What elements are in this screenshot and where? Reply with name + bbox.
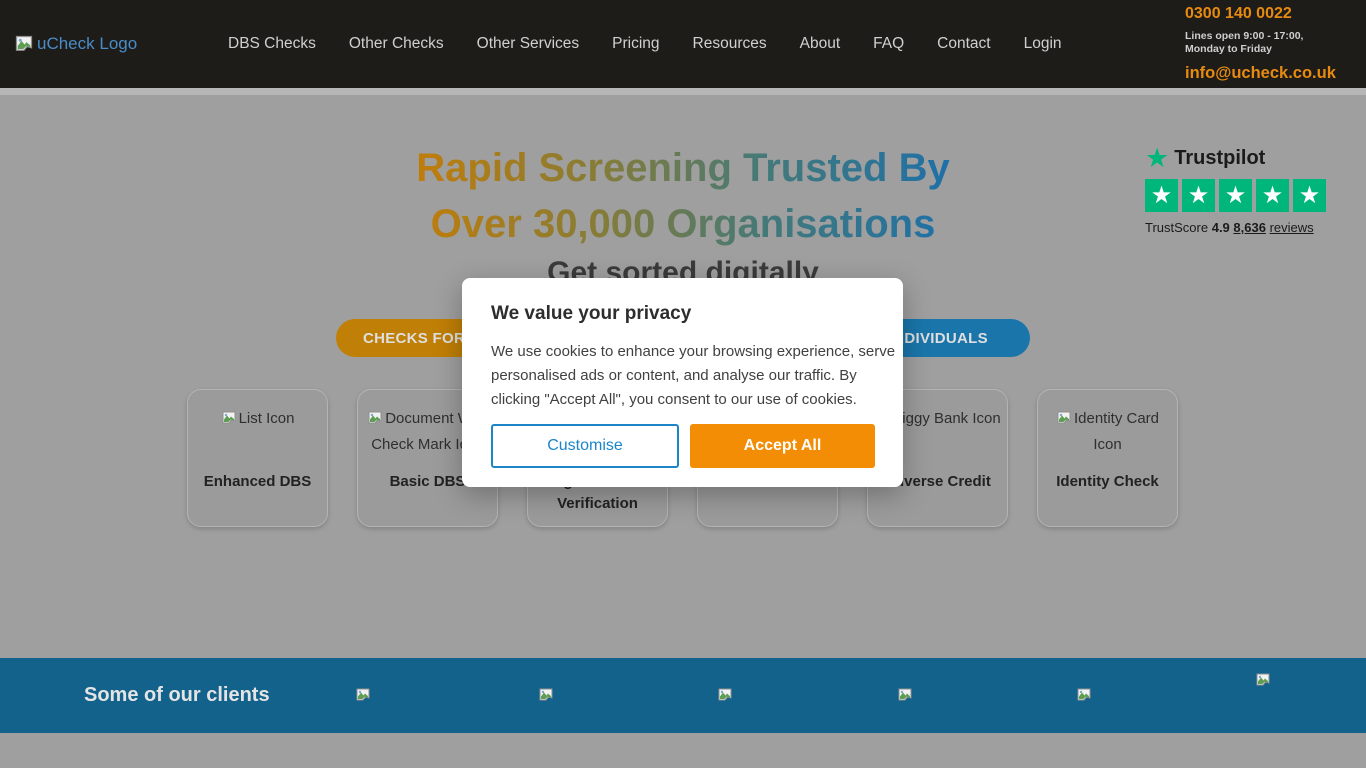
opening-hours-line2: Monday to Friday [1185, 43, 1272, 55]
client-logo-broken-image-icon [1255, 672, 1271, 688]
trustpilot-brand: ★ Trustpilot [1145, 145, 1329, 171]
rating-star-icon: ★ [1219, 179, 1252, 212]
nav-dbs-checks[interactable]: DBS Checks [228, 35, 316, 53]
card-identity-check[interactable]: Identity Card Icon Identity Check [1037, 389, 1178, 527]
rating-star-icon: ★ [1293, 179, 1326, 212]
card-label: Identity Check [1042, 471, 1173, 493]
logo-link[interactable]: uCheck Logo [14, 34, 228, 54]
customise-button[interactable]: Customise [491, 424, 679, 468]
nav-login[interactable]: Login [1024, 35, 1062, 53]
opening-hours: Lines open 9:00 - 17:00, Monday to Frida… [1185, 30, 1303, 56]
header-divider [0, 88, 1366, 95]
nav-faq[interactable]: FAQ [873, 35, 904, 53]
broken-image-icon [14, 34, 34, 54]
cookie-consent-dialog: We value your privacy We use cookies to … [462, 278, 903, 487]
cookie-body-line1: We use cookies to enhance your browsing … [491, 340, 875, 364]
trustscore-value: 4.9 [1212, 220, 1230, 235]
nav-about[interactable]: About [800, 35, 841, 53]
cookie-body-line3: clicking "Accept All", you consent to ou… [491, 388, 875, 412]
email-link[interactable]: info@ucheck.co.uk [1185, 64, 1336, 83]
trustpilot-score-line: TrustScore 4.9 8,636 reviews [1145, 220, 1329, 235]
rating-star-icon: ★ [1256, 179, 1289, 212]
cookie-dialog-buttons: Customise Accept All [491, 424, 875, 468]
header: uCheck Logo DBS Checks Other Checks Othe… [0, 0, 1366, 88]
broken-image-icon [1056, 410, 1072, 426]
clients-bar: Some of our clients [0, 658, 1366, 733]
nav-resources[interactable]: Resources [693, 35, 767, 53]
rating-star-icon: ★ [1182, 179, 1215, 212]
nav-contact[interactable]: Contact [937, 35, 990, 53]
client-logo-broken-image-icon [717, 687, 733, 703]
reviews-label-link[interactable]: reviews [1270, 220, 1314, 235]
card-icon-alt: List Icon [194, 406, 321, 432]
trustpilot-widget[interactable]: ★ Trustpilot ★ ★ ★ ★ ★ TrustScore 4.9 8,… [1145, 145, 1329, 235]
logo-alt-text: uCheck Logo [37, 34, 137, 54]
client-logo-broken-image-icon [355, 687, 371, 703]
hero-heading: Rapid Screening Trusted By Over 30,000 Or… [416, 140, 949, 252]
client-logo-broken-image-icon [538, 687, 554, 703]
accept-all-button[interactable]: Accept All [690, 424, 875, 468]
broken-image-icon [221, 410, 237, 426]
page: uCheck Logo DBS Checks Other Checks Othe… [0, 0, 1366, 768]
hero-heading-line2: Over 30,000 Organisations [431, 202, 936, 246]
hero-heading-line1: Rapid Screening Trusted By [416, 146, 949, 190]
main-nav: DBS Checks Other Checks Other Services P… [228, 35, 1062, 53]
clients-title: Some of our clients [84, 658, 270, 733]
opening-hours-line1: Lines open 9:00 - 17:00, [1185, 30, 1303, 42]
trustpilot-rating-stars: ★ ★ ★ ★ ★ [1145, 179, 1329, 212]
cookie-body-line2: personalised ads or content, and analyse… [491, 364, 875, 388]
client-logo-broken-image-icon [1076, 687, 1092, 703]
phone-link[interactable]: 0300 140 0022 [1185, 5, 1292, 23]
broken-image-icon [367, 410, 383, 426]
header-contact: 0300 140 0022 Lines open 9:00 - 17:00, M… [1185, 5, 1352, 83]
rating-star-icon: ★ [1145, 179, 1178, 212]
nav-other-checks[interactable]: Other Checks [349, 35, 444, 53]
card-label: Enhanced DBS [192, 471, 323, 493]
client-logo-broken-image-icon [897, 687, 913, 703]
card-enhanced-dbs[interactable]: List Icon Enhanced DBS [187, 389, 328, 527]
reviews-count-link[interactable]: 8,636 [1233, 220, 1266, 235]
trustpilot-star-icon: ★ [1145, 145, 1169, 171]
trustscore-label: TrustScore [1145, 220, 1208, 235]
nav-pricing[interactable]: Pricing [612, 35, 659, 53]
trustpilot-brand-name: Trustpilot [1174, 147, 1265, 170]
cookie-dialog-title: We value your privacy [491, 303, 875, 325]
nav-other-services[interactable]: Other Services [477, 35, 580, 53]
cookie-dialog-body: We use cookies to enhance your browsing … [491, 340, 875, 412]
card-icon-alt: Identity Card Icon [1044, 406, 1171, 458]
